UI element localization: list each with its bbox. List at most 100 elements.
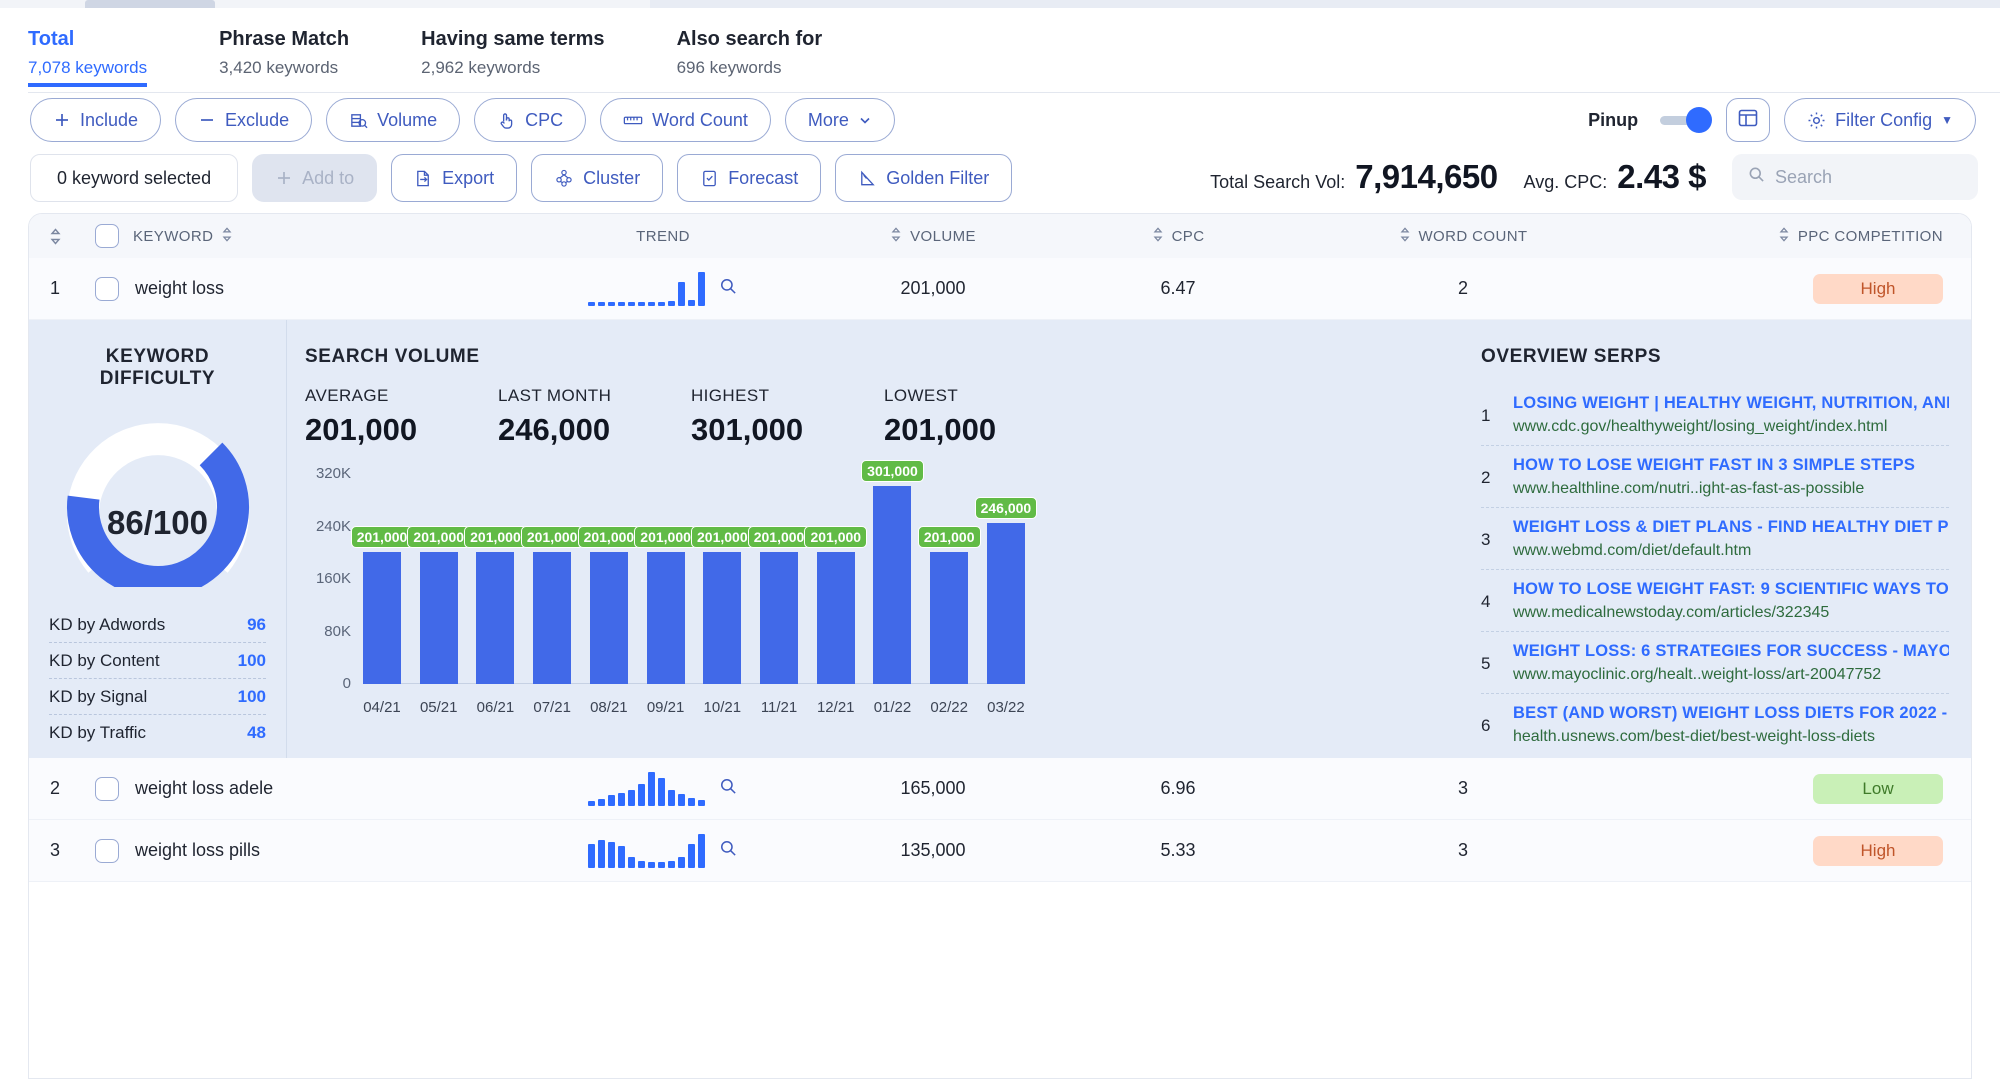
serp-title-link[interactable]: HOW TO LOSE WEIGHT FAST IN 3 SIMPLE STEP… — [1513, 456, 1949, 475]
row-keyword[interactable]: weight loss — [133, 278, 513, 299]
chart-bar-column[interactable]: 201,000 — [760, 474, 798, 684]
x-axis-tick: 03/22 — [987, 699, 1025, 716]
row-keyword[interactable]: weight loss adele — [133, 778, 513, 799]
filter-include-button[interactable]: Include — [30, 98, 161, 142]
table-row[interactable]: 1weight loss201,0006.472High — [29, 258, 1971, 320]
chart-bar-column[interactable]: 201,000 — [817, 474, 855, 684]
layout-panel-button[interactable] — [1726, 98, 1770, 142]
search-volume-title: SEARCH VOLUME — [305, 346, 1471, 368]
row-checkbox-cell — [81, 277, 133, 301]
serp-title-link[interactable]: WEIGHT LOSS & DIET PLANS - FIND HEALTHY … — [1513, 518, 1949, 537]
header-volume[interactable]: VOLUME — [813, 227, 1053, 246]
serp-title-link[interactable]: HOW TO LOSE WEIGHT FAST: 9 SCIENTIFIC WA… — [1513, 580, 1949, 599]
action-forecast-button[interactable]: Forecast — [677, 154, 821, 202]
filter-config-button[interactable]: Filter Config ▼ — [1784, 98, 1976, 142]
tab-also-search-for[interactable]: Also search for 696 keywords — [677, 8, 823, 81]
trend-zoom-icon[interactable] — [719, 777, 738, 801]
stat-value: 246,000 — [498, 412, 691, 448]
sort-icon[interactable] — [1399, 227, 1411, 246]
chart-bar-column[interactable]: 201,000 — [476, 474, 514, 684]
serp-title-link[interactable]: WEIGHT LOSS: 6 STRATEGIES FOR SUCCESS - … — [1513, 642, 1949, 661]
chart-bar-column[interactable]: 201,000 — [420, 474, 458, 684]
header-cpc[interactable]: CPC — [1053, 227, 1303, 246]
chart-bar-column[interactable]: 201,000 — [647, 474, 685, 684]
bar-value-label: 201,000 — [578, 526, 641, 548]
filter-volume-button[interactable]: Volume — [326, 98, 460, 142]
row-checkbox-cell — [81, 777, 133, 801]
y-axis-tick: 80K — [305, 623, 351, 640]
chart-bar-column[interactable]: 201,000 — [930, 474, 968, 684]
header-word-count[interactable]: WORD COUNT — [1303, 227, 1623, 246]
header-keyword[interactable]: KEYWORD — [133, 227, 513, 246]
tab-having-same-terms[interactable]: Having same terms2,962 keywords — [421, 8, 604, 81]
row-keyword[interactable]: weight loss pills — [133, 840, 513, 861]
chart-bar — [873, 486, 911, 684]
row-checkbox[interactable] — [95, 277, 119, 301]
tab-subtitle: 696 keywords — [677, 55, 823, 81]
sort-icon[interactable] — [221, 227, 233, 246]
sort-icon[interactable] — [1152, 227, 1164, 246]
header-ppc-competition[interactable]: PPC COMPETITION — [1623, 227, 1971, 246]
filter-button-label: CPC — [525, 110, 563, 131]
chart-bar — [930, 552, 968, 684]
action-cluster-button[interactable]: Cluster — [531, 154, 663, 202]
search-icon — [1748, 166, 1765, 188]
trend-zoom-icon[interactable] — [719, 839, 738, 863]
action-golden-filter-button[interactable]: Golden Filter — [835, 154, 1012, 202]
bar-value-label: 201,000 — [748, 526, 811, 548]
trend-sparkline — [588, 772, 705, 806]
filter-word-count-button[interactable]: Word Count — [600, 98, 771, 142]
kd-row: KD by Traffic48 — [49, 715, 266, 751]
overview-serps-title: OVERVIEW SERPS — [1481, 346, 1949, 368]
row-word-count: 3 — [1303, 840, 1623, 861]
action-export-button[interactable]: Export — [391, 154, 517, 202]
search-volume-chart: 080K160K240K320K 201,000201,000201,00020… — [305, 474, 1025, 724]
browser-tab-area — [650, 0, 2000, 8]
serp-title-link[interactable]: BEST (AND WORST) WEIGHT LOSS DIETS FOR 2… — [1513, 704, 1949, 723]
row-trend — [513, 272, 813, 306]
header-trend[interactable]: TREND — [513, 228, 813, 245]
chart-bar-column[interactable]: 201,000 — [703, 474, 741, 684]
bar-value-label: 201,000 — [351, 526, 414, 548]
header-cpc-label: CPC — [1172, 228, 1205, 245]
tab-label: Also search for — [677, 26, 823, 52]
tab-total[interactable]: Total7,078 keywords — [28, 8, 147, 87]
row-index: 3 — [29, 840, 81, 861]
trend-zoom-icon[interactable] — [719, 277, 738, 301]
chart-bar-column[interactable]: 246,000 — [987, 474, 1025, 684]
kd-row-label: KD by Adwords — [49, 615, 165, 635]
x-axis-tick: 09/21 — [647, 699, 685, 716]
sort-icon[interactable] — [890, 227, 902, 246]
filter-button-label: Word Count — [652, 110, 748, 131]
filter-exclude-button[interactable]: Exclude — [175, 98, 312, 142]
table-row[interactable]: 2weight loss adele165,0006.963Low — [29, 758, 1971, 820]
chart-bar-column[interactable]: 301,000 — [873, 474, 911, 684]
chart-bar-column[interactable]: 201,000 — [533, 474, 571, 684]
sort-icon[interactable] — [1778, 227, 1790, 246]
filter-more-button[interactable]: More — [785, 98, 895, 142]
keyword-difficulty-panel: KEYWORD DIFFICULTY 86/100 KD by Adwords9… — [29, 320, 287, 758]
search-volume-panel: SEARCH VOLUME AVERAGE201,000LAST MONTH24… — [287, 320, 1471, 758]
y-axis-tick: 240K — [305, 518, 351, 535]
pinup-toggle[interactable] — [1660, 107, 1712, 133]
bar-value-label: 201,000 — [918, 526, 981, 548]
row-checkbox[interactable] — [95, 839, 119, 863]
serp-rank: 2 — [1481, 456, 1499, 498]
serp-rank: 4 — [1481, 580, 1499, 622]
action-button-label: Forecast — [728, 168, 798, 189]
table-row[interactable]: 3weight loss pills135,0005.333High — [29, 820, 1971, 882]
action-button-label: Cluster — [583, 168, 640, 189]
select-all-checkbox[interactable] — [95, 224, 119, 248]
stat-label: LAST MONTH — [498, 386, 691, 406]
filter-cpc-button[interactable]: CPC — [474, 98, 586, 142]
x-axis-tick: 05/21 — [420, 699, 458, 716]
search-box[interactable]: Search — [1732, 154, 1978, 200]
sort-all-icon[interactable] — [29, 228, 81, 245]
serp-title-link[interactable]: LOSING WEIGHT | HEALTHY WEIGHT, NUTRITIO… — [1513, 394, 1949, 413]
tab-phrase-match[interactable]: Phrase Match3,420 keywords — [219, 8, 349, 81]
chart-bar-column[interactable]: 201,000 — [363, 474, 401, 684]
avg-cpc-value: 2.43 $ — [1617, 158, 1706, 196]
chart-bar-column[interactable]: 201,000 — [590, 474, 628, 684]
row-checkbox[interactable] — [95, 777, 119, 801]
chart-bar — [817, 552, 855, 684]
